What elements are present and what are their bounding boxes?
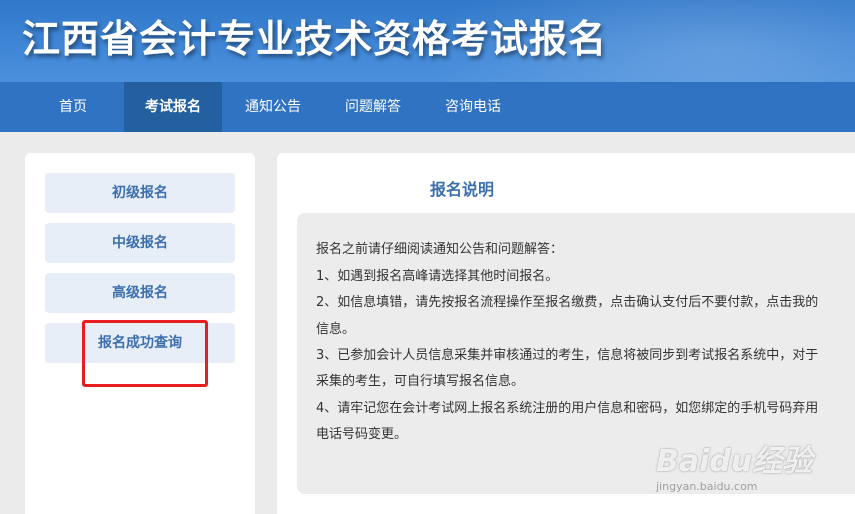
notice-line: 3、已参加会计人员信息采集并审核通过的考生，信息将被同步到考试报名系统中，对于 — [316, 348, 819, 363]
notice-line: 2、如信息填错，请先按报名流程操作至报名缴费，点击确认支付后不要付款，点击我的 — [316, 295, 819, 310]
panel-title: 报名说明 — [430, 180, 495, 199]
registration-success-query-button[interactable]: 报名成功查询 — [45, 323, 235, 363]
intermediate-registration-button[interactable]: 中级报名 — [45, 223, 235, 263]
sidebar: 初级报名 中级报名 高级报名 报名成功查询 — [25, 153, 255, 514]
site-header: 江西省会计专业技术资格考试报名 — [0, 0, 855, 82]
nav-item-home[interactable]: 首页 — [38, 82, 108, 132]
junior-registration-button[interactable]: 初级报名 — [45, 173, 235, 213]
notice-line: 4、请牢记您在会计考试网上报名系统注册的用户信息和密码，如您绑定的手机号码弃用 — [316, 401, 819, 416]
nav-item-hotline[interactable]: 咨询电话 — [434, 82, 512, 132]
notice-line: 电话号码变更。 — [316, 427, 408, 442]
main-nav: 首页 考试报名 通知公告 问题解答 咨询电话 — [0, 82, 855, 132]
nav-item-faq[interactable]: 问题解答 — [334, 82, 412, 132]
notice-line: 信息。 — [316, 322, 356, 337]
notice-line: 1、如遇到报名高峰请选择其他时间报名。 — [316, 269, 559, 284]
senior-registration-button[interactable]: 高级报名 — [45, 273, 235, 313]
notice-line: 报名之前请仔细阅读通知公告和问题解答： — [316, 242, 564, 257]
nav-item-announcements[interactable]: 通知公告 — [234, 82, 312, 132]
nav-item-exam-registration[interactable]: 考试报名 — [124, 82, 222, 132]
notice-line: 采集的考生，可自行填写报名信息。 — [316, 374, 525, 389]
site-title: 江西省会计专业技术资格考试报名 — [22, 17, 608, 61]
